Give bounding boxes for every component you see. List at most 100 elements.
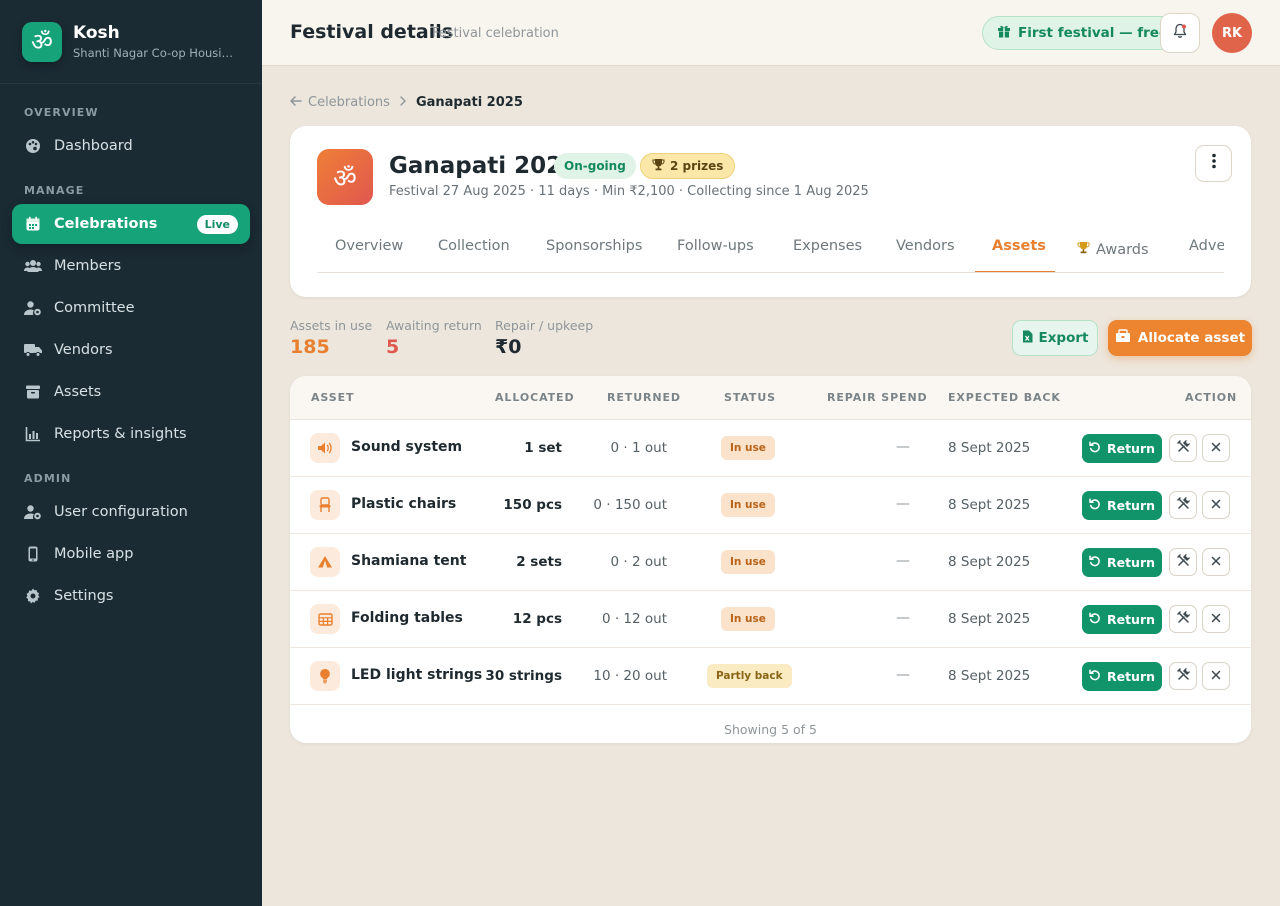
arrow-left-icon[interactable] [290,95,302,110]
breadcrumb-current: Ganapati 2025 [415,95,523,110]
repair-button[interactable] [1169,605,1197,633]
sidebar-item-committee[interactable]: Committee [12,288,250,328]
column-header-asset[interactable]: ASSET [311,391,354,404]
repair-button[interactable] [1169,434,1197,462]
sidebar-item-settings[interactable]: Settings [12,576,250,616]
export-button[interactable]: Export [1012,320,1098,356]
status-badge: In use [721,550,775,574]
sidebar-item-members[interactable]: Members [12,246,250,286]
table-row[interactable]: Shamiana tent 2 sets 0 · 2 out In use — … [290,534,1251,591]
tab-awards-label: Awards [1096,241,1149,258]
sidebar-item-label: Mobile app [54,546,134,562]
remove-button[interactable] [1202,491,1230,519]
allocate-asset-button[interactable]: Allocate asset [1108,320,1252,356]
tab-collection[interactable]: Collection [438,238,510,254]
column-header-status[interactable]: STATUS [724,391,776,404]
more-options-button[interactable] [1195,145,1232,182]
table-row[interactable]: Folding tables 12 pcs 0 · 12 out In use … [290,591,1251,648]
page-subtitle: Festival celebration [432,26,559,41]
undo-icon [1089,669,1101,684]
tab-follow-ups[interactable]: Follow-ups [677,238,754,254]
tab-sponsorships[interactable]: Sponsorships [546,238,642,254]
column-header-repair-spend[interactable]: REPAIR SPEND [827,391,928,404]
expected-back-value: 8 Sept 2025 [948,440,1031,456]
remove-button[interactable] [1202,548,1230,576]
table-row[interactable]: LED light strings 30 strings 10 · 20 out… [290,648,1251,705]
allocated-value: 2 sets [516,554,562,570]
returned-value: 0 · 1 out [610,440,667,456]
nav-heading-manage: MANAGE [24,184,85,197]
tab-advertisements[interactable]: Adve [1189,238,1224,254]
table-row[interactable]: Plastic chairs 150 pcs 0 · 150 out In us… [290,477,1251,534]
return-button[interactable]: Return [1082,434,1162,463]
return-label: Return [1106,498,1156,513]
notifications-button[interactable] [1160,13,1200,53]
sidebar-item-vendors[interactable]: Vendors [12,330,250,370]
close-icon [1211,498,1221,513]
sidebar-item-label: Reports & insights [54,426,187,442]
topbar: Festival details Festival celebration Fi… [262,0,1280,66]
return-label: Return [1106,612,1156,627]
return-button[interactable]: Return [1082,662,1162,691]
brand[interactable]: ॐ Kosh Shanti Nagar Co-op Housing Societ… [0,0,262,84]
truck-icon [24,341,42,359]
stat-label-awaiting-return: Awaiting return [386,318,482,333]
tools-icon [1176,552,1191,571]
remove-button[interactable] [1202,605,1230,633]
tab-expenses[interactable]: Expenses [793,238,862,254]
brand-name: Kosh [73,23,120,43]
tab-assets[interactable]: Assets [992,238,1046,254]
undo-icon [1089,612,1101,627]
repair-button[interactable] [1169,491,1197,519]
return-button[interactable]: Return [1082,491,1162,520]
sidebar-item-celebrations[interactable]: Celebrations Live [12,204,250,244]
trophy-icon [1077,241,1090,258]
status-badge: Partly back [707,664,792,688]
allocated-value: 30 strings [485,668,562,684]
trophy-icon [652,158,665,174]
returned-value: 0 · 2 out [610,554,667,570]
speaker-icon [310,433,340,463]
column-header-expected-back[interactable]: EXPECTED BACK [948,391,1061,404]
sidebar-item-user-configuration[interactable]: User configuration [12,492,250,532]
kebab-icon [1211,153,1216,174]
sidebar-item-reports[interactable]: Reports & insights [12,414,250,454]
column-header-returned[interactable]: RETURNED [607,391,681,404]
sidebar-item-assets[interactable]: Assets [12,372,250,412]
repair-button[interactable] [1169,662,1197,690]
first-festival-free-badge[interactable]: First festival — free [982,16,1184,50]
chevron-right-icon [400,95,406,110]
page-title: Festival details [290,21,454,43]
tab-awards[interactable]: Awards [1077,241,1149,258]
gift-icon [997,24,1011,42]
prizes-badge[interactable]: 2 prizes [640,153,736,179]
remove-button[interactable] [1202,434,1230,462]
column-header-allocated[interactable]: ALLOCATED [495,391,574,404]
table-icon [310,604,340,634]
table-row[interactable]: Sound system 1 set 0 · 1 out In use — 8 … [290,420,1251,477]
user-gear-icon [24,299,42,317]
archive-icon [24,383,42,401]
repair-button[interactable] [1169,548,1197,576]
return-button[interactable]: Return [1082,548,1162,577]
tab-overview[interactable]: Overview [335,238,403,254]
breadcrumb-parent-link[interactable]: Celebrations [308,95,390,110]
table-header: ASSET ALLOCATED RETURNED STATUS REPAIR S… [290,376,1251,420]
sidebar-item-mobile-app[interactable]: Mobile app [12,534,250,574]
nav-heading-admin: ADMIN [24,472,72,485]
avatar[interactable]: RK [1212,13,1252,53]
sidebar-item-label: Committee [54,300,135,316]
repair-spend-value: — [896,553,910,569]
returned-value: 0 · 150 out [593,497,667,513]
status-badge: In use [721,493,775,517]
tools-icon [1176,495,1191,514]
tab-vendors[interactable]: Vendors [896,238,955,254]
close-icon [1211,441,1221,456]
remove-button[interactable] [1202,662,1230,690]
sidebar-item-dashboard[interactable]: Dashboard [12,126,250,166]
undo-icon [1089,555,1101,570]
repair-spend-value: — [896,667,910,683]
return-button[interactable]: Return [1082,605,1162,634]
close-icon [1211,555,1221,570]
stat-label-repair-upkeep: Repair / upkeep [495,318,594,333]
